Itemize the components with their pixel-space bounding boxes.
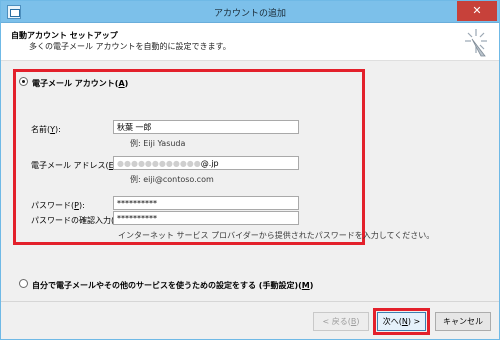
close-button[interactable]: ✕ [457, 1, 497, 21]
header-subtitle: 多くの電子メール アカウントを自動的に設定できます。 [29, 42, 231, 51]
footer-divider [1, 301, 499, 302]
name-label: 名前(Y): [31, 125, 61, 134]
close-icon: ✕ [472, 4, 482, 17]
email-at-sign: @ [200, 159, 209, 168]
email-address-label: 電子メール アドレス(E): [31, 161, 120, 170]
back-button[interactable]: < 戻る(B) [313, 312, 369, 331]
next-button[interactable]: 次へ(N) > [377, 312, 426, 331]
header-title: 自動アカウント セットアップ [11, 31, 118, 40]
manual-setup-radio[interactable] [19, 279, 28, 288]
email-address-field[interactable]: ●●●●●●●●●●●●@.jp [113, 156, 299, 170]
window-title: アカウントの追加 [213, 9, 286, 19]
email-example-hint: 例: eiji@contoso.com [130, 175, 214, 184]
wizard-sparkle-icon [465, 29, 487, 57]
password-field[interactable]: ********** [113, 196, 299, 210]
email-account-label[interactable]: 電子メール アカウント(A) [32, 78, 128, 89]
manual-setup-label[interactable]: 自分で電子メールやその他のサービスを使うための設定をする (手動設定)(M) [32, 280, 313, 291]
name-field[interactable]: 秋葉 一郎 [113, 120, 299, 134]
password-confirm-field[interactable]: ********** [113, 211, 299, 225]
email-masked-part: ●●●●●●●●●●●● [117, 159, 201, 168]
provider-password-hint: インターネット サービス プロバイダーから提供されたパスワードを入力してください… [118, 231, 435, 240]
password-label: パスワード(P): [31, 201, 85, 210]
password-confirm-label: パスワードの確認入力(T): [31, 216, 125, 225]
add-account-dialog: アカウントの追加 ✕ 自動アカウント セットアップ 多くの電子メール アカウント… [0, 0, 500, 340]
cancel-button[interactable]: キャンセル [435, 312, 491, 331]
wizard-header: 自動アカウント セットアップ 多くの電子メール アカウントを自動的に設定できます… [1, 23, 499, 61]
email-account-radio[interactable] [19, 77, 28, 86]
title-bar: アカウントの追加 ✕ [1, 1, 499, 23]
email-domain: .jp [208, 159, 219, 168]
name-example-hint: 例: Eiji Yasuda [130, 139, 186, 148]
